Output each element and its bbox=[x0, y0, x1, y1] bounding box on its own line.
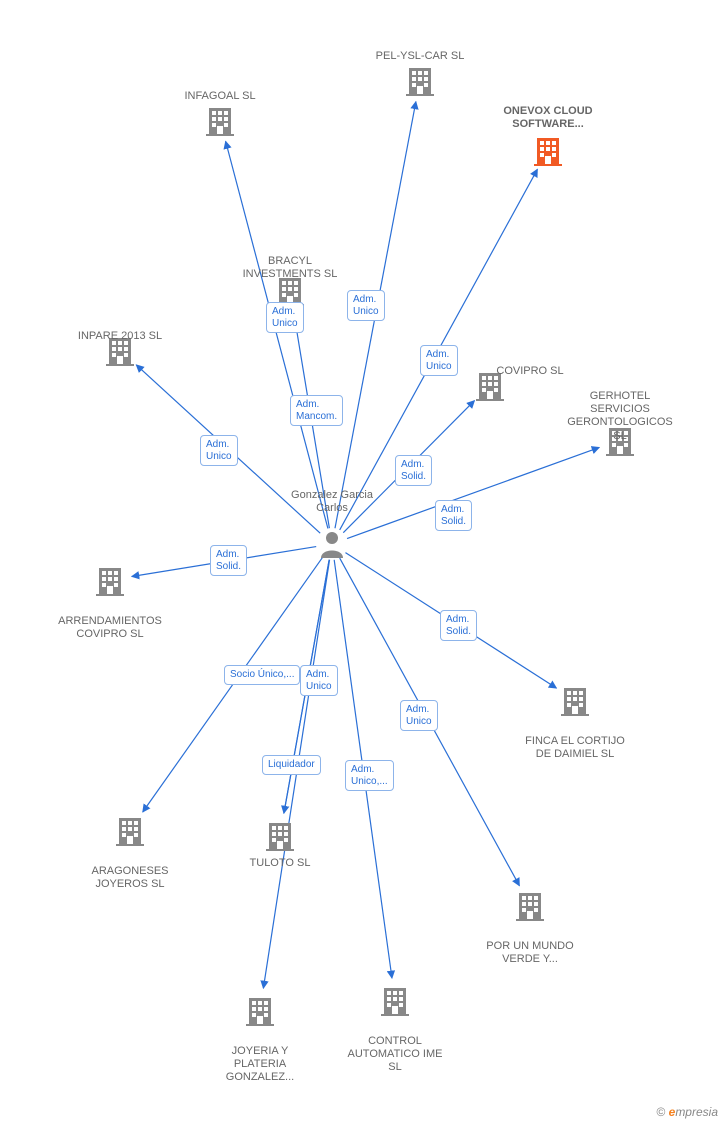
edge-label: Adm.Unico bbox=[200, 435, 238, 466]
company-label: COVIPRO SL bbox=[475, 365, 585, 378]
company-label: CONTROL AUTOMATICO IME SL bbox=[340, 1035, 450, 1075]
edge-label: Adm.Mancom. bbox=[290, 395, 343, 426]
company-label: POR UN MUNDO VERDE Y... bbox=[475, 940, 585, 966]
edge-label: Adm.Unico bbox=[420, 345, 458, 376]
center-person-label: Gonzalez Garcia Carlos bbox=[277, 489, 387, 515]
building-icon bbox=[534, 134, 562, 170]
edge-label: Adm.Solid. bbox=[395, 455, 432, 486]
company-label: JOYERIA Y PLATERIA GONZALEZ... bbox=[205, 1045, 315, 1085]
graph-canvas bbox=[0, 0, 728, 1125]
company-label: INPARE 2013 SL bbox=[65, 330, 175, 343]
copyright-symbol: © bbox=[656, 1105, 665, 1119]
watermark: © empresia bbox=[656, 1105, 718, 1119]
building-icon bbox=[561, 684, 589, 720]
person-icon bbox=[319, 530, 345, 562]
edge-label: Adm.Unico bbox=[266, 302, 304, 333]
edge-label: Adm.Unico bbox=[347, 290, 385, 321]
edge-label: Adm.Unico,... bbox=[345, 760, 394, 791]
edge-label: Adm.Unico bbox=[400, 700, 438, 731]
building-icon bbox=[246, 994, 274, 1030]
edge-label: Adm.Solid. bbox=[210, 545, 247, 576]
company-label: INFAGOAL SL bbox=[165, 90, 275, 103]
edge-label: Socio Único,... bbox=[224, 665, 300, 685]
company-label: TULOTO SL bbox=[225, 857, 335, 870]
brand-rest: mpresia bbox=[675, 1105, 718, 1119]
edge-label: Adm.Solid. bbox=[440, 610, 477, 641]
company-label: ARAGONESES JOYEROS SL bbox=[75, 865, 185, 891]
company-label: GERHOTEL SERVICIOS GERONTOLOGICOS SL bbox=[565, 390, 675, 443]
building-icon bbox=[266, 819, 294, 855]
building-icon bbox=[116, 814, 144, 850]
building-icon bbox=[96, 564, 124, 600]
edge-label: Liquidador bbox=[262, 755, 321, 775]
graph-edge bbox=[226, 141, 328, 528]
company-label: FINCA EL CORTIJO DE DAIMIEL SL bbox=[520, 735, 630, 761]
company-label: ONEVOX CLOUD SOFTWARE... bbox=[493, 105, 603, 131]
building-icon bbox=[206, 104, 234, 140]
company-label: BRACYL INVESTMENTS SL bbox=[235, 255, 345, 281]
company-label: PEL-YSL-CAR SL bbox=[365, 50, 475, 63]
building-icon bbox=[406, 64, 434, 100]
edge-label: Adm.Solid. bbox=[435, 500, 472, 531]
building-icon bbox=[381, 984, 409, 1020]
company-label: ARRENDAMIENTOS COVIPRO SL bbox=[55, 615, 165, 641]
building-icon bbox=[516, 889, 544, 925]
edge-label: Adm.Unico bbox=[300, 665, 338, 696]
